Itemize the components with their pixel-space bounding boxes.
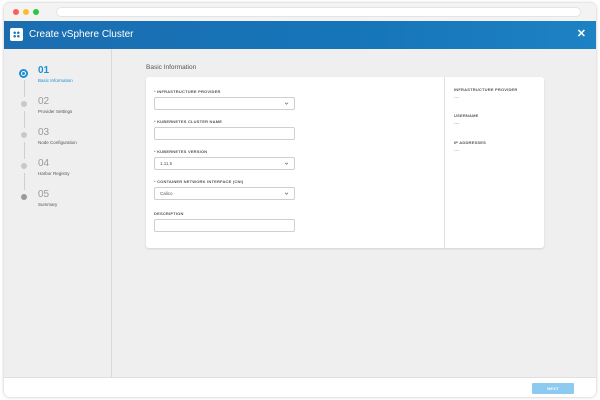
step-number: 01: [38, 65, 50, 76]
modal-header: Create vSphere Cluster ✕: [4, 21, 596, 49]
field-label-text: KUBERNETES VERSION: [157, 149, 208, 154]
close-window-dot[interactable]: [13, 9, 19, 15]
kubernetes-version-select[interactable]: 1.11.5: [154, 157, 295, 170]
section-title: Basic Information: [146, 64, 197, 71]
cni-select[interactable]: Calico: [154, 187, 295, 200]
step-label: Summary: [38, 202, 58, 207]
infrastructure-provider-label: * INFRASTRUCTURE PROVIDER: [154, 89, 221, 94]
required-marker: *: [154, 149, 156, 154]
step-label: Harbor Registry: [38, 171, 70, 176]
required-marker: *: [154, 119, 156, 124]
app-window: Create vSphere Cluster ✕ 01 Basic Inform…: [4, 3, 596, 397]
modal-footer: NEXT: [4, 377, 596, 397]
info-ip-addresses-label: IP ADDRESSES: [454, 140, 486, 145]
description-label: DESCRIPTION: [154, 211, 184, 216]
description-input[interactable]: [154, 219, 295, 232]
field-value: 1.11.5: [160, 161, 173, 166]
step-number: 04: [38, 158, 50, 169]
step-basic-information[interactable]: 01 Basic Information: [4, 63, 112, 93]
step-summary[interactable]: 05 Summary: [4, 187, 112, 217]
chevron-down-icon: [284, 192, 289, 195]
maximize-window-dot[interactable]: [33, 9, 39, 15]
cluster-name-input[interactable]: [154, 127, 295, 140]
cluster-name-label: * KUBERNETES CLUSTER NAME: [154, 119, 222, 124]
info-username-value: ---: [454, 121, 459, 127]
infrastructure-provider-select[interactable]: [154, 97, 295, 110]
main-content: Basic Information * INFRASTRUCTURE PROVI…: [112, 49, 596, 377]
url-bar[interactable]: [56, 7, 581, 17]
step-label: Basic Information: [38, 78, 73, 83]
field-value: Calico: [160, 191, 173, 196]
step-dot-icon: [21, 194, 27, 200]
chevron-down-icon: [284, 162, 289, 165]
step-harbor-registry[interactable]: 04 Harbor Registry: [4, 156, 112, 186]
chevron-down-icon: [284, 102, 289, 105]
info-ip-addresses-value: ---: [454, 148, 459, 154]
info-provider-value: ---: [454, 95, 459, 101]
step-provider-settings[interactable]: 02 Provider Settings: [4, 94, 112, 124]
field-label-text: KUBERNETES CLUSTER NAME: [157, 119, 223, 124]
required-marker: *: [154, 89, 156, 94]
step-number: 03: [38, 127, 50, 138]
vmware-logo-icon: [10, 28, 23, 41]
browser-chrome: [4, 3, 596, 21]
cni-label: * CONTAINER NETWORK INTERFACE (CNI): [154, 179, 243, 184]
step-dot-icon: [21, 101, 27, 107]
step-dot-icon: [21, 132, 27, 138]
form-card: * INFRASTRUCTURE PROVIDER * KUBERNETES C…: [146, 77, 544, 248]
panel-divider: [444, 77, 445, 248]
info-provider-label: INFRASTRUCTURE PROVIDER: [454, 87, 518, 92]
close-icon[interactable]: ✕: [577, 28, 586, 40]
step-number: 02: [38, 96, 50, 107]
field-label-text: INFRASTRUCTURE PROVIDER: [157, 89, 221, 94]
wizard-steps: 01 Basic Information 02 Provider Setting…: [4, 49, 112, 377]
field-label-text: CONTAINER NETWORK INTERFACE (CNI): [157, 179, 244, 184]
info-username-label: USERNAME: [454, 113, 479, 118]
step-node-configuration[interactable]: 03 Node Configuration: [4, 125, 112, 155]
step-number: 05: [38, 189, 50, 200]
step-label: Node Configuration: [38, 140, 77, 145]
minimize-window-dot[interactable]: [23, 9, 29, 15]
next-button[interactable]: NEXT: [532, 383, 574, 394]
step-active-icon: [19, 69, 28, 78]
field-label-text: DESCRIPTION: [154, 211, 184, 216]
modal-title: Create vSphere Cluster: [29, 29, 134, 40]
kubernetes-version-label: * KUBERNETES VERSION: [154, 149, 207, 154]
step-dot-icon: [21, 163, 27, 169]
step-label: Provider Settings: [38, 109, 73, 114]
required-marker: *: [154, 179, 156, 184]
